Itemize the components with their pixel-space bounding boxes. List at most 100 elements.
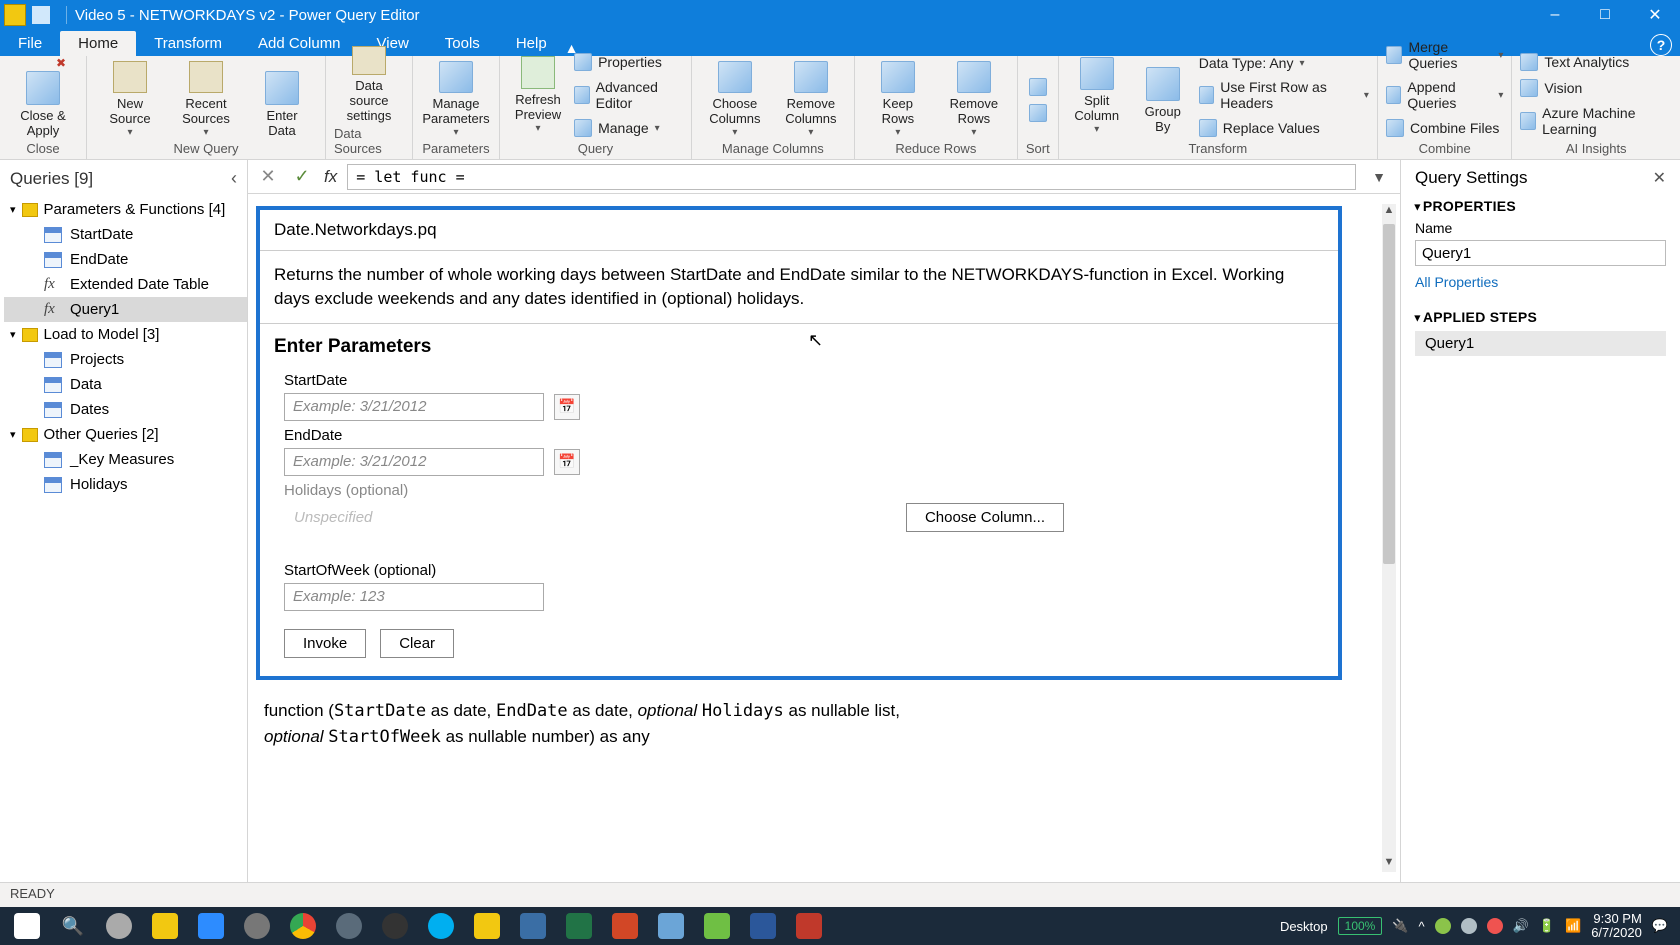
merge-queries-button[interactable]: Merge Queries <box>1386 37 1503 73</box>
query-name-input[interactable] <box>1415 240 1666 266</box>
query-query1[interactable]: fxQuery1 <box>4 297 247 322</box>
group-load-to-model[interactable]: ▾Load to Model [3] <box>4 322 247 347</box>
maximize-button[interactable]: □ <box>1580 0 1630 30</box>
new-source-button[interactable]: New Source <box>95 61 165 139</box>
scroll-down-icon[interactable]: ▼ <box>1382 856 1396 872</box>
query-dates[interactable]: Dates <box>4 397 247 422</box>
scrollbar-thumb[interactable] <box>1383 224 1395 564</box>
taskbar-app-1[interactable] <box>96 909 142 943</box>
calendar-icon[interactable]: 📅 <box>554 394 580 420</box>
manage-button[interactable]: Manage <box>574 117 683 139</box>
query-data[interactable]: Data <box>4 372 247 397</box>
taskbar-explorer[interactable] <box>142 909 188 943</box>
query-startdate[interactable]: StartDate <box>4 222 247 247</box>
sort-desc-button[interactable] <box>1029 102 1047 124</box>
start-button[interactable] <box>4 909 50 943</box>
tray-wifi-icon[interactable]: 📶 <box>1565 918 1581 934</box>
query-projects[interactable]: Projects <box>4 347 247 372</box>
taskbar-powerbi[interactable] <box>464 909 510 943</box>
properties-button[interactable]: Properties <box>574 51 683 73</box>
close-apply-button[interactable]: Close & Apply <box>8 61 78 139</box>
keep-rows-button[interactable]: Keep Rows <box>863 61 933 139</box>
parameters-icon <box>439 61 473 94</box>
tray-battery-icon[interactable]: 🔋 <box>1539 918 1555 934</box>
query-extended-date-table[interactable]: fxExtended Date Table <box>4 272 247 297</box>
sort-asc-button[interactable] <box>1029 76 1047 98</box>
vision-button[interactable]: Vision <box>1520 77 1672 99</box>
replace-values-button[interactable]: Replace Values <box>1199 117 1369 139</box>
choose-column-button[interactable]: Choose Column... <box>906 503 1064 532</box>
applied-step-query1[interactable]: Query1 <box>1415 331 1666 356</box>
quick-access-icon[interactable] <box>32 6 50 24</box>
taskbar-word[interactable] <box>740 909 786 943</box>
param-startofweek-input[interactable] <box>284 583 544 611</box>
tray-volume-icon[interactable]: 🔊 <box>1513 918 1529 934</box>
remove-columns-button[interactable]: Remove Columns <box>776 61 846 139</box>
first-row-headers-button[interactable]: Use First Row as Headers <box>1199 77 1369 113</box>
taskbar-app-3[interactable] <box>326 909 372 943</box>
invoke-button[interactable]: Invoke <box>284 629 366 658</box>
taskbar-chrome[interactable] <box>280 909 326 943</box>
expand-formula-icon[interactable]: ▼ <box>1366 169 1392 185</box>
text-analytics-button[interactable]: Text Analytics <box>1520 51 1672 73</box>
taskbar-zoom[interactable] <box>188 909 234 943</box>
minimize-button[interactable]: – <box>1530 0 1580 30</box>
taskbar-skype[interactable] <box>418 909 464 943</box>
menu-file[interactable]: File <box>0 31 60 56</box>
collapse-queries-icon[interactable]: ‹ <box>231 168 237 189</box>
data-type-button[interactable]: Data Type: Any <box>1199 53 1369 73</box>
split-column-button[interactable]: Split Column <box>1067 57 1127 135</box>
query-enddate[interactable]: EndDate <box>4 247 247 272</box>
calendar-icon[interactable]: 📅 <box>554 449 580 475</box>
data-source-settings-button[interactable]: Data source settings <box>334 46 404 124</box>
close-settings-icon[interactable]: ✕ <box>1653 168 1666 188</box>
formula-input[interactable] <box>347 164 1356 190</box>
clear-button[interactable]: Clear <box>380 629 454 658</box>
enter-data-button[interactable]: Enter Data <box>247 61 317 139</box>
vertical-scrollbar[interactable]: ▲ ▼ <box>1382 204 1396 872</box>
choose-columns-button[interactable]: Choose Columns <box>700 61 770 139</box>
manage-parameters-button[interactable]: Manage Parameters <box>421 61 491 139</box>
taskbar-app-5[interactable] <box>786 909 832 943</box>
menu-home[interactable]: Home <box>60 31 136 56</box>
taskbar-clock[interactable]: 9:30 PM 6/7/2020 <box>1591 912 1642 941</box>
scroll-up-icon[interactable]: ▲ <box>1382 204 1396 220</box>
accept-formula-button[interactable]: ✓ <box>290 165 314 189</box>
tray-icon-1[interactable] <box>1435 918 1451 934</box>
tray-icon-3[interactable] <box>1487 918 1503 934</box>
remove-rows-button[interactable]: Remove Rows <box>939 61 1009 139</box>
tray-power-icon[interactable]: 🔌 <box>1392 918 1408 934</box>
all-properties-link[interactable]: All Properties <box>1415 274 1498 290</box>
group-by-button[interactable]: Group By <box>1133 57 1193 135</box>
close-window-button[interactable]: ✕ <box>1630 0 1680 30</box>
menu-transform[interactable]: Transform <box>136 31 240 56</box>
query-key-measures[interactable]: _Key Measures <box>4 447 247 472</box>
taskbar-camtasia[interactable] <box>694 909 740 943</box>
tray-icon-2[interactable] <box>1461 918 1477 934</box>
param-enddate-input[interactable] <box>284 448 544 476</box>
tray-chevron-icon[interactable]: ^ <box>1419 919 1425 934</box>
query-holidays[interactable]: Holidays <box>4 472 247 497</box>
azure-ml-button[interactable]: Azure Machine Learning <box>1520 103 1672 139</box>
taskbar-app-2[interactable] <box>234 909 280 943</box>
advanced-editor-button[interactable]: Advanced Editor <box>574 77 683 113</box>
taskbar-powerpoint[interactable] <box>602 909 648 943</box>
taskbar-desktop-label[interactable]: Desktop <box>1280 919 1328 934</box>
taskbar-notepad[interactable] <box>648 909 694 943</box>
group-other-queries[interactable]: ▾Other Queries [2] <box>4 422 247 447</box>
param-startdate-input[interactable] <box>284 393 544 421</box>
choose-columns-icon <box>718 61 752 94</box>
recent-sources-button[interactable]: Recent Sources <box>171 61 241 139</box>
menu-tools[interactable]: Tools <box>427 31 498 56</box>
combine-files-button[interactable]: Combine Files <box>1386 117 1503 139</box>
taskbar-app-4[interactable] <box>372 909 418 943</box>
search-button[interactable]: 🔍 <box>50 909 96 943</box>
tray-notifications-icon[interactable]: 💬 <box>1652 918 1668 934</box>
battery-indicator[interactable]: 100% <box>1338 917 1383 935</box>
taskbar-excel[interactable] <box>556 909 602 943</box>
refresh-preview-button[interactable]: Refresh Preview <box>508 56 568 134</box>
group-params-functions[interactable]: ▾Parameters & Functions [4] <box>4 197 247 222</box>
cancel-formula-button[interactable]: ✕ <box>256 165 280 189</box>
append-queries-button[interactable]: Append Queries <box>1386 77 1503 113</box>
taskbar-snagit[interactable] <box>510 909 556 943</box>
